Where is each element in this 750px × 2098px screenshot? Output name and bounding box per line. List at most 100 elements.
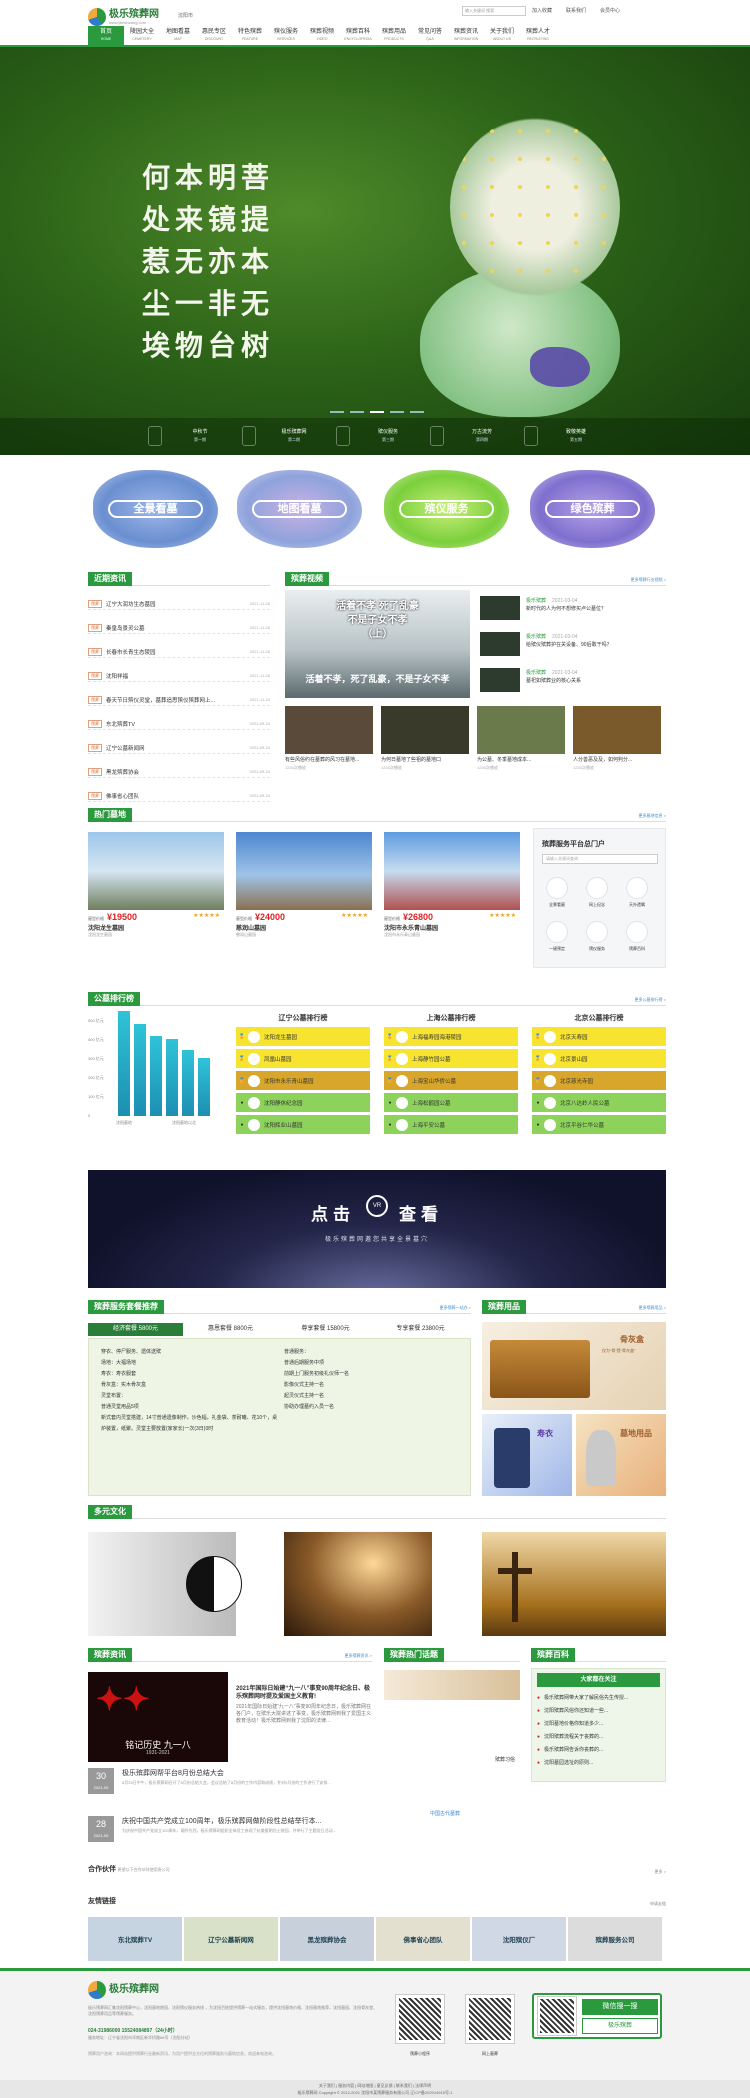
rank-row[interactable]: ● 沈阳静休纪念园: [236, 1093, 370, 1112]
binfo-more-link[interactable]: 更多殡葬资讯 >: [345, 1653, 372, 1659]
video-side-item[interactable]: 极乐殡葬 2021-03-04 新时代的人为何不想修买卢公墓位？: [480, 594, 666, 624]
bookmark-link[interactable]: 加入收藏: [532, 7, 552, 14]
city-switch[interactable]: 沈阳市: [178, 12, 193, 19]
culture-taoism-image[interactable]: [88, 1532, 242, 1636]
site-logo[interactable]: 极乐殡葬网 www.jilebinzang.com: [88, 6, 159, 28]
list-item[interactable]: 殡葬 沈阳祥福 2021-11-26: [88, 670, 270, 682]
festival-item[interactable]: 中秋节 第一期: [170, 428, 230, 444]
rank-row[interactable]: ● 沈阳辉业山墓园: [236, 1115, 370, 1134]
video-more-link[interactable]: 更多殡葬行业视频 >: [631, 577, 666, 583]
contact-link[interactable]: 联系我们: [566, 7, 586, 14]
nav-item-5[interactable]: 殡仪服务 SERVICES: [268, 26, 304, 47]
list-item[interactable]: 殡葬 佛事省心团队 2021-09-24: [88, 790, 270, 802]
portal-3-icon[interactable]: [546, 921, 568, 943]
baike-item[interactable]: ● 极乐殡葬网告诉你丧葬的...: [531, 1746, 665, 1756]
nav-item-6[interactable]: 殡葬视频 VIDEO: [304, 26, 340, 47]
quick-service-button[interactable]: 殡仪服务: [384, 470, 509, 548]
video-thumb[interactable]: [381, 706, 469, 754]
nav-item-2[interactable]: 地图看墓 MAP: [160, 26, 196, 47]
package-more-link[interactable]: 更多殡葬一站办 >: [440, 1305, 471, 1311]
list-item[interactable]: 殡葬 东北殡葬TV 2021-09-24: [88, 718, 270, 730]
list-item[interactable]: 殡葬 辽宁大润坊生态墓园 2021-11-26: [88, 598, 270, 610]
top-search-input[interactable]: 输入关键词 搜索: [462, 6, 526, 16]
binfo-headline[interactable]: 2021年国际日始建“九一八”事变90周年纪念日、极乐殡葬网时提及爱国主义教育!…: [236, 1685, 372, 1725]
portal-1-icon[interactable]: [586, 877, 608, 899]
list-item[interactable]: 殡葬 长春市长青生态陵园 2021-11-26: [88, 646, 270, 658]
rank-row[interactable]: 🏅 北京景山园: [532, 1049, 666, 1068]
baike-item[interactable]: ● 极乐殡葬网带大家了解民俗先生传授...: [531, 1694, 665, 1704]
rank-row[interactable]: 🏅 北京慈光寺园: [532, 1071, 666, 1090]
hot-topic-banner[interactable]: [384, 1670, 520, 1700]
video-thumb[interactable]: [285, 706, 373, 754]
friend-link-card[interactable]: 黑龙殡葬协会: [280, 1917, 374, 1961]
vr-banner[interactable]: 点击 查看 VR 极乐殡葬网邀您共享全景墓穴: [88, 1170, 666, 1288]
goods-more-link[interactable]: 更多殡葬用品 >: [639, 1305, 666, 1311]
nav-item-3[interactable]: 惠民专区 DISCOUNT: [196, 26, 232, 47]
list-item[interactable]: 殡葬 辽宁公墓新闻网 2021-09-24: [88, 742, 270, 754]
cemetery-card[interactable]: 墓型价格 ¥26800 ★★★★★ 沈阳市永乐青山墓园 沈阳市永乐青山墓园: [384, 832, 520, 937]
list-item[interactable]: 殡葬 黑龙殡葬协会 2021-09-24: [88, 766, 270, 778]
goods-tomb-items[interactable]: 墓地用品: [576, 1414, 666, 1496]
video-thumb-caption[interactable]: 为何日墓地了些祖的墓地口 1234次播放: [381, 757, 469, 771]
nav-item-10[interactable]: 殡葬资讯 INFORMATION: [448, 26, 484, 47]
baike-item[interactable]: ● 沈阳墓园选址的原则...: [531, 1759, 665, 1769]
rank-row[interactable]: 🏅 上海宝山华侨公墓: [384, 1071, 518, 1090]
nav-item-1[interactable]: 陵园大全 CEMETERY: [124, 26, 160, 47]
nav-item-4[interactable]: 特色殡葬 FEATURE: [232, 26, 268, 47]
culture-christianity-image[interactable]: [482, 1532, 666, 1636]
rank-row[interactable]: ● 上海平安公墓: [384, 1115, 518, 1134]
portal-5-icon[interactable]: [626, 921, 648, 943]
baike-item[interactable]: ● 沈阳墓地价格你知道多少...: [531, 1720, 665, 1730]
rank-row[interactable]: 🏅 凤凰山墓园: [236, 1049, 370, 1068]
quick-map-button[interactable]: 地图看墓: [237, 470, 362, 548]
hot-topic-item[interactable]: 殡葬习俗: [495, 1756, 515, 1763]
video-side-item[interactable]: 极乐殡葬 2021-03-04 墓祀如殡葬业的核心关系: [480, 666, 666, 696]
video-thumb-caption[interactable]: 为公墓、冬季墓地成本... 1234次播放: [477, 757, 565, 771]
package-tab-0[interactable]: 经济套餐 5800元: [88, 1323, 183, 1336]
nav-item-7[interactable]: 殡葬百科 ENCYCLOPEDIA: [340, 26, 376, 47]
nav-item-11[interactable]: 关于我们 ABOUT US: [484, 26, 520, 47]
hot-topic-item[interactable]: 中国古代墓葬: [430, 1810, 460, 1817]
member-center-link[interactable]: 会员中心: [600, 7, 620, 14]
rank-row[interactable]: ● 北京平谷仁华公墓: [532, 1115, 666, 1134]
portal-4-icon[interactable]: [586, 921, 608, 943]
list-item[interactable]: 殡葬 秦皇岛景灵公墓 2021-11-26: [88, 622, 270, 634]
friend-link-card[interactable]: 沈阳殡仪厂: [472, 1917, 566, 1961]
portal-search-input[interactable]: 请输入关键词查询: [542, 854, 658, 864]
festival-item[interactable]: 致敬英雄 第五期: [546, 428, 606, 444]
quick-green-burial-button[interactable]: 绿色殡葬: [530, 470, 655, 548]
rank-more-link[interactable]: 更多公墓排行榜 >: [635, 997, 666, 1003]
package-tab-3[interactable]: 专享套餐 23800元: [373, 1323, 468, 1336]
nav-item-9[interactable]: 常见问答 Q&A: [412, 26, 448, 47]
rank-row[interactable]: 🏅 沈阳市永乐青山墓园: [236, 1071, 370, 1090]
nav-item-8[interactable]: 殡葬用品 PRODUCTS: [376, 26, 412, 47]
video-thumb[interactable]: [477, 706, 565, 754]
cemetery-more-link[interactable]: 更多墓地信息 >: [639, 813, 666, 819]
rank-row[interactable]: ● 北京八达岭人民公墓: [532, 1093, 666, 1112]
rank-row[interactable]: ● 上海松鹤园公墓: [384, 1093, 518, 1112]
video-thumb-caption[interactable]: 人分善恶及及，如何判分... 1234次播放: [573, 757, 661, 771]
festival-item[interactable]: 极乐殡葬网 第二期: [264, 428, 324, 444]
portal-0-icon[interactable]: [546, 877, 568, 899]
baike-item[interactable]: ● 沈阳殡葬风俗你还知道一些...: [531, 1707, 665, 1717]
featured-video[interactable]: 活着不孝 死了乱豪 不是子女不孝 （上） 活着不孝，死了乱豪，不是子女不孝: [285, 590, 470, 698]
carousel-dots[interactable]: [330, 411, 424, 413]
binfo-item-title[interactable]: 极乐殡葬网帮平台8月份总结大会: [122, 1768, 372, 1778]
festival-item[interactable]: 殡仪服务 第三期: [358, 428, 418, 444]
goods-shroud[interactable]: 寿衣: [482, 1414, 572, 1496]
rank-row[interactable]: 🏅 上海福寿园海港陵园: [384, 1027, 518, 1046]
friend-link-card[interactable]: 东北殡葬TV: [88, 1917, 182, 1961]
binfo-item-title[interactable]: 庆祝中国共产党成立100周年，极乐殡葬网做阶段性总结举行本...: [122, 1816, 372, 1826]
rank-row[interactable]: 🏅 北京天寿园: [532, 1027, 666, 1046]
package-tab-2[interactable]: 尊享套餐 15800元: [278, 1323, 373, 1336]
nav-item-0[interactable]: 首页 HOME: [88, 26, 124, 47]
wechat-search-box[interactable]: 微信搜一搜 极乐殡葬: [532, 1993, 662, 2039]
cemetery-card[interactable]: 墓型价格 ¥19500 ★★★★★ 沈阳龙生墓园 沈阳龙生墓园: [88, 832, 224, 937]
video-side-item[interactable]: 极乐殡葬 2021-03-04 给殡仪殡葬护在关设备、90后敢干吗？: [480, 630, 666, 660]
nav-item-12[interactable]: 殡葬人才 RECRUITING: [520, 26, 556, 47]
quick-panorama-button[interactable]: 全景看墓: [93, 470, 218, 548]
portal-2-icon[interactable]: [626, 877, 648, 899]
baike-item[interactable]: ● 沈阳殡葬流程关于丧葬的...: [531, 1733, 665, 1743]
hero-banner[interactable]: 何本明菩 处来镜提 惹无亦本 尘一非无 埃物台树: [0, 47, 750, 455]
goods-urn[interactable]: 骨灰盒 仅为“骨”提“骨灰盒”: [482, 1322, 666, 1410]
